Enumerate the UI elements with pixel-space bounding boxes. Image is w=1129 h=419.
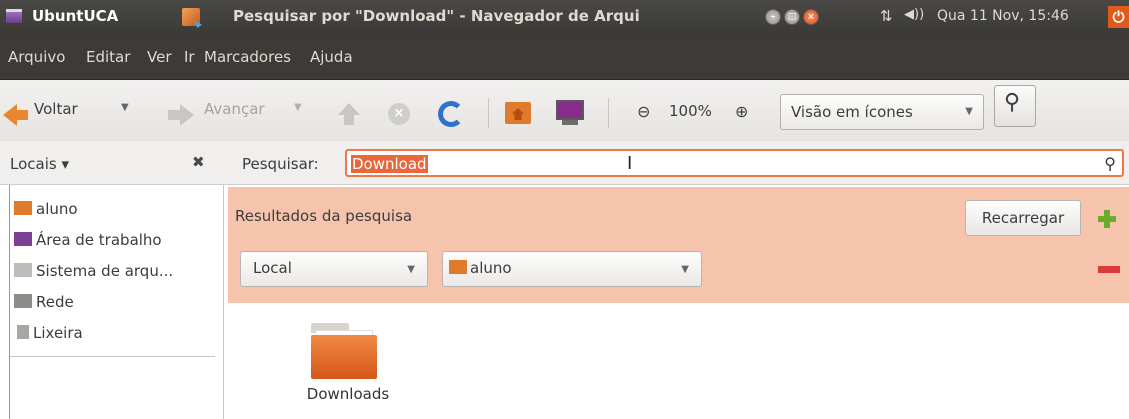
desktop-icon: [14, 232, 32, 246]
window-title: Pesquisar por "Download" - Navegador de …: [233, 7, 640, 25]
search-value: Download: [351, 155, 428, 173]
search-toggle-button[interactable]: ⚲: [994, 85, 1036, 127]
app-name[interactable]: UbuntUCA: [32, 7, 118, 25]
menu-editar[interactable]: Editar: [86, 48, 130, 66]
network-icon: [14, 294, 32, 308]
reload-icon[interactable]: [438, 101, 464, 127]
zoom-in-icon[interactable]: ⊕: [735, 102, 748, 121]
search-input[interactable]: Download I ⚲: [345, 149, 1124, 177]
up-icon-tail: [344, 115, 354, 125]
view-mode-select[interactable]: Visão em ícones ▼: [780, 94, 984, 130]
criteria-type-label: Local: [253, 259, 292, 277]
places-dropdown[interactable]: Locais ▾: [10, 155, 69, 173]
power-icon[interactable]: ⏻: [1108, 6, 1129, 28]
top-panel: UbuntUCA Pesquisar por "Download" - Nave…: [0, 0, 1129, 34]
file-view: Downloads: [228, 303, 1129, 419]
back-label: Voltar: [34, 100, 78, 118]
maximize-button[interactable]: □: [784, 9, 800, 25]
chevron-down-icon: ▼: [407, 264, 415, 275]
folder-body: [311, 335, 377, 379]
criteria-location-select[interactable]: aluno ▼: [442, 251, 702, 287]
view-mode-label: Visão em ícones: [791, 103, 913, 121]
chevron-down-icon: ▼: [965, 106, 973, 117]
zoom-out-icon[interactable]: ⊖: [637, 102, 650, 121]
search-results-panel: Resultados da pesquisa Recarregar Local …: [228, 187, 1129, 303]
back-history-icon[interactable]: ▼: [121, 102, 129, 113]
sidebar-item-label: aluno: [36, 200, 78, 218]
search-label: Pesquisar:: [242, 155, 319, 173]
stop-icon[interactable]: ×: [388, 103, 410, 125]
close-icon: ×: [807, 12, 815, 22]
home-icon[interactable]: [505, 102, 531, 124]
sidebar-item-label: Lixeira: [33, 324, 83, 342]
trash-icon: [17, 325, 29, 339]
menu-ir[interactable]: Ir: [184, 48, 195, 66]
minimize-button[interactable]: –: [765, 9, 781, 25]
forward-history-icon[interactable]: ▼: [294, 102, 302, 113]
add-criteria-icon[interactable]: [1098, 210, 1116, 228]
home-folder-icon: [14, 201, 32, 215]
sidebar-item-filesystem[interactable]: Sistema de arqu...: [14, 262, 173, 280]
back-arrow-icon: [3, 104, 17, 126]
back-arrow-tail: [16, 110, 28, 120]
volume-icon[interactable]: ◀)): [904, 7, 924, 22]
menu-arquivo[interactable]: Arquivo: [8, 48, 65, 66]
menu-marcadores[interactable]: Marcadores: [204, 48, 291, 66]
minimize-icon: –: [770, 12, 776, 22]
file-manager-icon: [182, 8, 200, 26]
menu-ver[interactable]: Ver: [147, 48, 172, 66]
search-results-title: Resultados da pesquisa: [235, 207, 413, 225]
drive-icon: [14, 263, 32, 277]
close-window-button[interactable]: ×: [803, 9, 819, 25]
up-icon[interactable]: [338, 103, 360, 115]
text-cursor-icon: I: [627, 153, 633, 174]
toolbar-separator: [488, 98, 489, 128]
menu-ajuda[interactable]: Ajuda: [310, 48, 353, 66]
criteria-location-wrap: aluno: [449, 259, 512, 277]
sidebar-item-label: Sistema de arqu...: [36, 262, 174, 280]
computer-icon-base: [562, 120, 578, 125]
toolbar: Voltar ▼ Avançar ▼ × ⊖ 100% ⊕ Visão em í…: [0, 80, 1129, 141]
search-icon: ⚲: [1104, 154, 1116, 173]
sidebar-frame: [9, 185, 10, 419]
criteria-type-select[interactable]: Local ▼: [240, 251, 428, 287]
file-item-label[interactable]: Downloads: [288, 385, 408, 403]
search-icon: ⚲: [1004, 90, 1021, 115]
sidebar-item-aluno[interactable]: aluno: [14, 200, 78, 218]
forward-arrow-icon: [180, 104, 194, 126]
sidebar-item-label: Área de trabalho: [36, 231, 162, 249]
sidebar: aluno Área de trabalho Sistema de arqu..…: [0, 185, 224, 419]
criteria-location-label: aluno: [470, 259, 512, 277]
close-sidebar-icon[interactable]: ✖: [192, 153, 205, 171]
computer-icon[interactable]: [556, 100, 584, 120]
folder-icon[interactable]: [311, 323, 377, 379]
toolbar-separator: [608, 98, 609, 128]
forward-arrow-tail: [168, 110, 180, 120]
sidebar-divider: [10, 356, 215, 357]
sidebar-item-trash[interactable]: Lixeira: [14, 324, 83, 342]
maximize-icon: □: [787, 12, 797, 22]
sidebar-item-network[interactable]: Rede: [14, 293, 74, 311]
chevron-down-icon: ▼: [681, 264, 689, 275]
location-bar: Locais ▾ ✖ Pesquisar: Download I ⚲: [0, 141, 1129, 185]
forward-label: Avançar: [204, 100, 265, 118]
sidebar-item-label: Rede: [36, 293, 74, 311]
remove-criteria-icon[interactable]: [1098, 266, 1120, 273]
menubar: Arquivo Editar Ver Ir Marcadores Ajuda: [0, 34, 1129, 80]
zoom-level[interactable]: 100%: [669, 102, 712, 120]
clock[interactable]: Qua 11 Nov, 15:46: [937, 8, 1069, 24]
network-transfer-icon[interactable]: ⇅: [880, 7, 893, 25]
sidebar-item-desktop[interactable]: Área de trabalho: [14, 231, 162, 249]
reload-button[interactable]: Recarregar: [965, 200, 1081, 236]
app-menu-icon[interactable]: [6, 9, 22, 23]
home-folder-icon: [449, 260, 467, 274]
